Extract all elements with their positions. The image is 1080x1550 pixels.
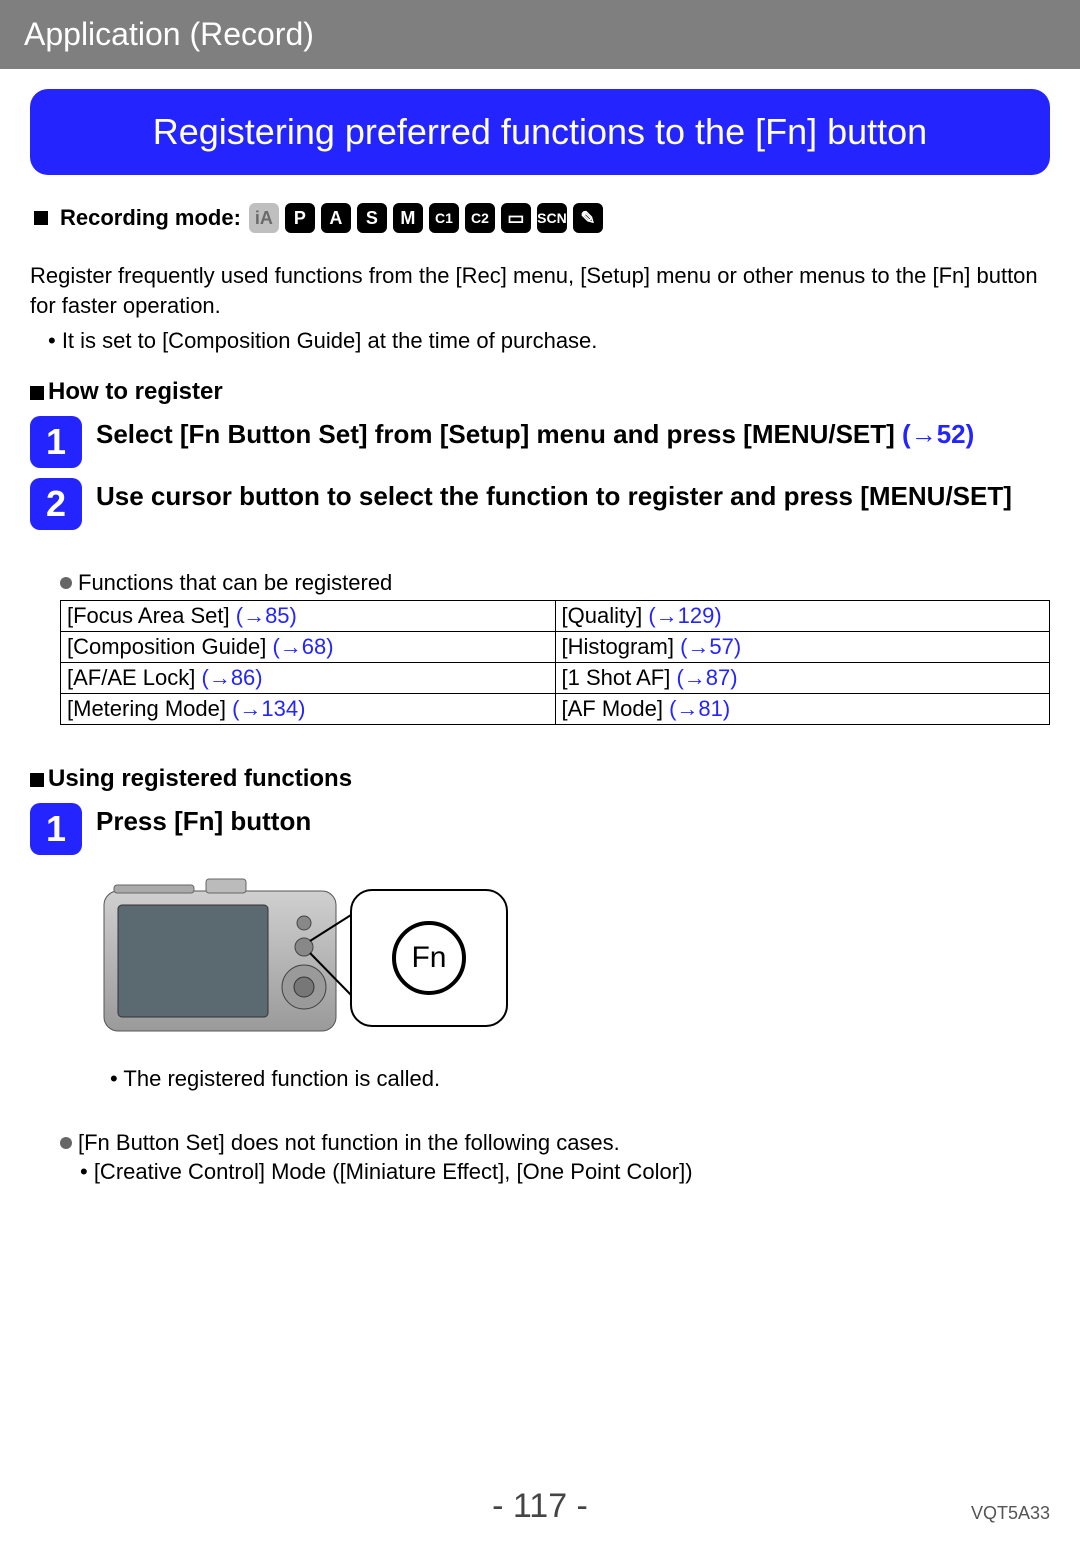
step-number-badge: 1 [30, 803, 82, 855]
table-cell: [Histogram] (→57) [555, 632, 1050, 663]
link-52[interactable]: (→52) [902, 419, 974, 449]
square-bullet-icon [30, 773, 44, 787]
table-cell: [Focus Area Set] (→85) [61, 601, 556, 632]
page-number: - 117 - [492, 1487, 588, 1525]
mode-m-icon: M [393, 203, 423, 233]
step-2: 2 Use cursor button to select the functi… [30, 478, 1050, 530]
step-number-badge: 1 [30, 416, 82, 468]
functions-table: [Focus Area Set] (→85)[Quality] (→129)[C… [60, 600, 1050, 725]
fn-button-icon: Fn [392, 921, 466, 995]
breadcrumb: Application (Record) [0, 0, 1080, 69]
mode-panorama-icon: ▭ [501, 203, 531, 233]
page-footer: - 117 - VQT5A33 [0, 1487, 1080, 1550]
notes-block: [Fn Button Set] does not function in the… [60, 1128, 1050, 1187]
mode-creative-icon: ✎ [573, 203, 603, 233]
table-cell: [Metering Mode] (→134) [61, 694, 556, 725]
functions-that-can-be-registered: Functions that can be registered [60, 570, 1050, 596]
mode-c2-icon: C2 [465, 203, 495, 233]
mode-scn-icon: SCN [537, 203, 567, 233]
step-number-badge: 2 [30, 478, 82, 530]
mode-c1-icon: C1 [429, 203, 459, 233]
note-line-1: [Fn Button Set] does not function in the… [78, 1130, 620, 1155]
fn-callout: Fn [350, 889, 508, 1027]
page-link[interactable]: (→134) [232, 696, 305, 721]
page-title: Registering preferred functions to the [… [153, 111, 927, 152]
square-bullet-icon [30, 386, 44, 400]
camera-illustration-block: Fn [96, 865, 1050, 1050]
page-link[interactable]: (→57) [680, 634, 741, 659]
page-title-banner: Registering preferred functions to the [… [30, 89, 1050, 175]
using-step-1-text: Press [Fn] button [96, 803, 311, 839]
step-2-text: Use cursor button to select the function… [96, 478, 1012, 514]
table-cell: [Composition Guide] (→68) [61, 632, 556, 663]
round-bullet-icon [60, 577, 72, 589]
page-link[interactable]: (→81) [669, 696, 730, 721]
intro-paragraph: Register frequently used functions from … [30, 261, 1050, 320]
camera-diagram [96, 865, 356, 1050]
page-link[interactable]: (→86) [202, 665, 263, 690]
table-cell: [Quality] (→129) [555, 601, 1050, 632]
recording-mode-label: Recording mode: [60, 205, 241, 231]
page-link[interactable]: (→87) [676, 665, 737, 690]
recording-mode-row: Recording mode: iAPASMC1C2▭SCN✎ [34, 203, 1050, 233]
step-1: 1 Select [Fn Button Set] from [Setup] me… [30, 416, 1050, 468]
mode-icon-group: iAPASMC1C2▭SCN✎ [249, 203, 603, 233]
how-to-register-heading: How to register [30, 378, 1050, 406]
using-step-1: 1 Press [Fn] button [30, 803, 1050, 855]
intro-bullet: • It is set to [Composition Guide] at th… [48, 326, 1050, 356]
mode-p-icon: P [285, 203, 315, 233]
note-line-2: • [Creative Control] Mode ([Miniature Ef… [80, 1157, 1050, 1187]
step-1-text: Select [Fn Button Set] from [Setup] menu… [96, 416, 974, 452]
square-bullet-icon [34, 211, 48, 225]
document-code: VQT5A33 [971, 1503, 1050, 1524]
using-registered-heading: Using registered functions [30, 765, 1050, 793]
page-link[interactable]: (→85) [236, 603, 297, 628]
table-cell: [AF/AE Lock] (→86) [61, 663, 556, 694]
round-bullet-icon [60, 1137, 72, 1149]
result-text: • The registered function is called. [110, 1064, 1050, 1094]
page-link[interactable]: (→68) [272, 634, 333, 659]
mode-s-icon: S [357, 203, 387, 233]
page-link[interactable]: (→129) [648, 603, 721, 628]
table-cell: [AF Mode] (→81) [555, 694, 1050, 725]
section-title: Application (Record) [24, 16, 314, 52]
table-cell: [1 Shot AF] (→87) [555, 663, 1050, 694]
mode-a-icon: A [321, 203, 351, 233]
mode-ia-icon: iA [249, 203, 279, 233]
